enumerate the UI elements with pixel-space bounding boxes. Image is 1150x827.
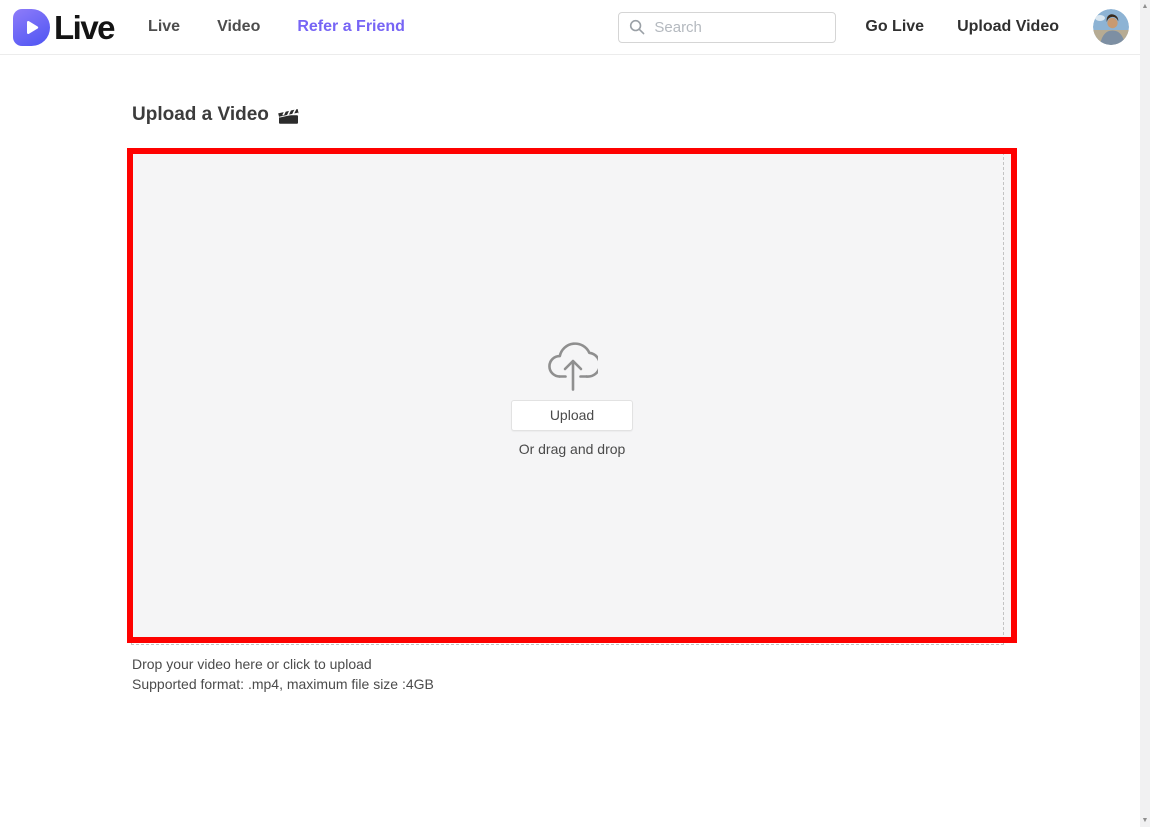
upload-video-button[interactable]: Upload Video — [957, 18, 1059, 36]
nav-item-live[interactable]: Live — [148, 18, 180, 36]
scroll-down-arrow-icon[interactable]: ▼ — [1142, 817, 1149, 824]
cloud-upload-icon — [546, 335, 598, 393]
main-content: Upload a Video Upload Or drag and drop D… — [0, 56, 1150, 827]
search-icon — [629, 19, 645, 35]
header-actions: Go Live Upload Video — [865, 9, 1150, 45]
scroll-up-arrow-icon[interactable]: ▲ — [1142, 3, 1149, 10]
clapperboard-icon — [277, 105, 300, 126]
user-avatar[interactable] — [1093, 9, 1129, 45]
drag-and-drop-hint: Or drag and drop — [518, 440, 626, 457]
dlive-logo[interactable]: Live — [13, 8, 116, 46]
upload-instructions: Drop your video here or click to upload … — [132, 654, 434, 694]
nav-item-refer-a-friend[interactable]: Refer a Friend — [297, 18, 405, 36]
brand-wordmark: Live — [54, 8, 116, 46]
instruction-line-1: Drop your video here or click to upload — [132, 656, 372, 672]
page-title: Upload a Video — [132, 104, 300, 126]
dlive-play-icon — [13, 8, 50, 46]
upload-button[interactable]: Upload — [511, 399, 633, 431]
vertical-scrollbar[interactable]: ▲ ▼ — [1140, 0, 1150, 827]
main-nav: Live Video Refer a Friend — [148, 18, 405, 36]
instruction-line-2: Supported format: .mp4, maximum file siz… — [132, 676, 434, 692]
upload-dropzone[interactable]: Upload Or drag and drop — [127, 148, 1017, 643]
nav-item-video[interactable]: Video — [217, 18, 260, 36]
top-navbar: Live Live Video Refer a Friend Go Live U… — [0, 0, 1150, 55]
search-input[interactable] — [654, 18, 826, 36]
search-box[interactable] — [618, 11, 837, 43]
go-live-button[interactable]: Go Live — [865, 18, 924, 36]
